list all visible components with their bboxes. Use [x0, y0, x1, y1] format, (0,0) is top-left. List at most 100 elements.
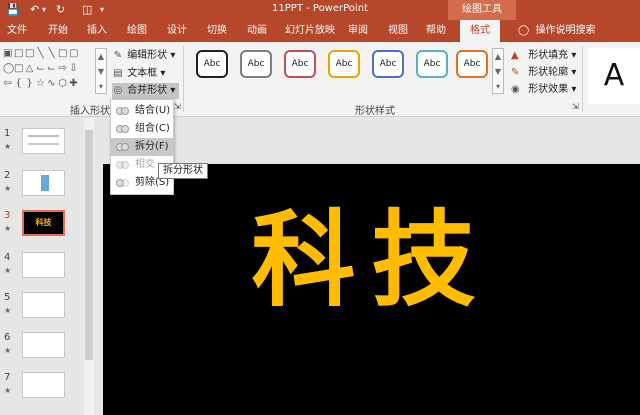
animation-star-icon: ★ [4, 346, 12, 355]
shape-styles-group-label: 形状样式 [355, 106, 395, 117]
ribbon: ▣ □ □ ╲ ╲ □ ▢ ◯ □ △ ⌙ ⌙ ⇨ ⇩ ⇦ { } ☆ ∿ ⬡ … [0, 42, 640, 117]
line-shape-icon[interactable]: ╲ [36, 48, 45, 60]
tab-file[interactable]: 文件 [0, 20, 34, 42]
animation-star-icon: ★ [4, 224, 12, 233]
style-swatch[interactable]: Abc [456, 50, 488, 78]
rectangle-shape-icon[interactable]: □ [58, 48, 67, 60]
menu-item-union[interactable]: 结合(U) [111, 102, 173, 120]
chevron-down-icon[interactable]: ▼ [96, 64, 106, 79]
pen-icon: ✎ [511, 67, 520, 78]
slide-thumbnail-2[interactable] [22, 170, 65, 196]
slide-number: 1 [4, 128, 11, 139]
drawing-tools-context-label: 绘图工具 [448, 0, 516, 20]
brace-shape-icon[interactable]: } [25, 78, 34, 90]
style-swatch[interactable]: Abc [240, 50, 272, 78]
shape-fill-label: 形状填充 [528, 50, 569, 61]
slide-thumbnail-5[interactable] [22, 292, 65, 318]
shape-outline-button[interactable]: ✎ 形状轮廓 ▾ [511, 65, 576, 81]
slide-thumbnail-3[interactable]: 科技 [22, 210, 65, 236]
edit-shape-button[interactable]: ✎ 编辑形状 ▾ [112, 48, 176, 64]
menu-item-label: 结合(U) [135, 105, 171, 116]
line-shape-icon[interactable]: ╲ [47, 48, 56, 60]
elbow-connector-icon[interactable]: ⌙ [36, 63, 45, 75]
star-shape-icon[interactable]: ☆ [36, 78, 45, 90]
shapes-gallery[interactable]: ▣ □ □ ╲ ╲ □ ▢ ◯ □ △ ⌙ ⌙ ⇨ ⇩ ⇦ { } ☆ ∿ ⬡ … [3, 48, 95, 94]
current-slide[interactable]: 科技 [103, 164, 640, 415]
tab-slideshow[interactable]: 幻灯片放映 [278, 20, 342, 42]
shape-effects-icon: ◉ [511, 84, 520, 95]
chevron-up-icon[interactable]: ▲ [96, 49, 106, 64]
scrollbar-thumb[interactable] [85, 130, 93, 360]
rounded-rectangle-shape-icon[interactable]: ▢ [69, 48, 78, 60]
menu-item-combine[interactable]: 组合(C) [111, 120, 173, 138]
text-box-button[interactable]: ▤ 文本框 ▾ [112, 66, 165, 82]
style-swatch[interactable]: Abc [196, 50, 228, 78]
tab-help[interactable]: 帮助 [418, 20, 454, 42]
slide-number: 6 [4, 332, 11, 343]
slide-number: 7 [4, 372, 11, 383]
tab-design[interactable]: 设计 [158, 20, 196, 42]
wordart-style-gallery[interactable]: A [588, 48, 640, 104]
shape-outline-label: 形状轮廓 [528, 67, 569, 78]
triangle-shape-icon[interactable]: △ [25, 63, 34, 75]
style-swatch[interactable]: Abc [416, 50, 448, 78]
shape-effects-button[interactable]: ◉ 形状效果 ▾ [511, 82, 576, 98]
rectangle-shape-icon[interactable]: □ [25, 48, 34, 60]
shape-fill-button[interactable]: ▲ 形状填充 ▾ [511, 48, 576, 64]
styles-gallery-scroll[interactable]: ▲ ▼ ▾ [492, 48, 504, 94]
fragment-tooltip: 拆分形状 [158, 163, 208, 179]
text-box-shape-icon[interactable]: ▣ [3, 48, 12, 60]
edit-shape-icon: ✎ [113, 50, 123, 61]
arrow-right-shape-icon[interactable]: ⇨ [58, 63, 67, 75]
dialog-launcher-icon[interactable]: ⇲ [572, 102, 579, 111]
gallery-more-icon[interactable]: ▾ [493, 79, 503, 94]
title-bar: 💾 ↶ ▾ ↻ ◫ ▾ 11PPT - PowerPoint 绘图工具 [0, 0, 640, 20]
rectangle-shape-icon[interactable]: □ [14, 48, 23, 60]
chevron-down-icon: ▾ [160, 68, 166, 79]
tell-me-search[interactable]: ◯ 操作说明搜索 [518, 20, 596, 42]
slide-thumbnail-pane: 1 ★ 2 ★ 3 ★ 科技 4 ★ 5 ★ 6 ★ 7 ★ [0, 118, 96, 415]
shape-styles-gallery[interactable]: Abc Abc Abc Abc Abc Abc Abc [190, 50, 500, 88]
tab-home[interactable]: 开始 [38, 20, 78, 42]
shapes-gallery-scroll[interactable]: ▲ ▼ ▾ [95, 48, 107, 94]
cross-shape-icon[interactable]: ✚ [69, 78, 78, 90]
slide-title-text[interactable]: 科技 [103, 200, 640, 320]
freeform-shape-icon[interactable]: ∿ [47, 78, 56, 90]
text-box-icon: ▤ [113, 68, 123, 79]
slide-thumbnail-6[interactable] [22, 332, 65, 358]
elbow-connector-icon[interactable]: ⌙ [47, 63, 56, 75]
slide-thumbnail-1[interactable] [22, 128, 65, 154]
chevron-up-icon[interactable]: ▲ [493, 49, 503, 64]
tab-insert[interactable]: 插入 [78, 20, 116, 42]
tab-review[interactable]: 审阅 [340, 20, 376, 42]
hexagon-shape-icon[interactable]: ⬡ [58, 78, 67, 90]
menu-item-label: 组合(C) [135, 123, 170, 134]
slide-thumbnail-4[interactable] [22, 252, 65, 278]
arrow-down-shape-icon[interactable]: ⇩ [69, 63, 78, 75]
menu-item-label: 相交 [135, 159, 155, 170]
arrow-left-shape-icon[interactable]: ⇦ [3, 78, 12, 90]
thumbnail-scrollbar[interactable] [84, 118, 94, 415]
tab-view[interactable]: 视图 [380, 20, 416, 42]
tell-me-label: 操作说明搜索 [535, 25, 596, 36]
square-shape-icon[interactable]: □ [14, 63, 23, 75]
merge-shapes-button[interactable]: ◎ 合并形状 ▾ [112, 83, 180, 99]
slide-thumbnail-7[interactable] [22, 372, 65, 398]
style-swatch[interactable]: Abc [284, 50, 316, 78]
dialog-launcher-icon[interactable]: ⇲ [174, 102, 181, 111]
oval-shape-icon[interactable]: ◯ [3, 63, 14, 75]
menu-item-fragment[interactable]: 拆分(F) [111, 138, 173, 156]
style-swatch[interactable]: Abc [372, 50, 404, 78]
fragment-icon [116, 141, 130, 153]
tab-draw[interactable]: 绘图 [118, 20, 156, 42]
tab-format[interactable]: 格式 [460, 20, 500, 42]
chevron-down-icon: ▾ [571, 67, 577, 78]
style-swatch[interactable]: Abc [328, 50, 360, 78]
animation-star-icon: ★ [4, 184, 12, 193]
chevron-down-icon[interactable]: ▼ [493, 64, 503, 79]
tab-transitions[interactable]: 切换 [198, 20, 236, 42]
combine-icon [116, 123, 130, 135]
gallery-more-icon[interactable]: ▾ [96, 79, 106, 94]
brace-shape-icon[interactable]: { [14, 78, 23, 90]
tab-animations[interactable]: 动画 [238, 20, 276, 42]
